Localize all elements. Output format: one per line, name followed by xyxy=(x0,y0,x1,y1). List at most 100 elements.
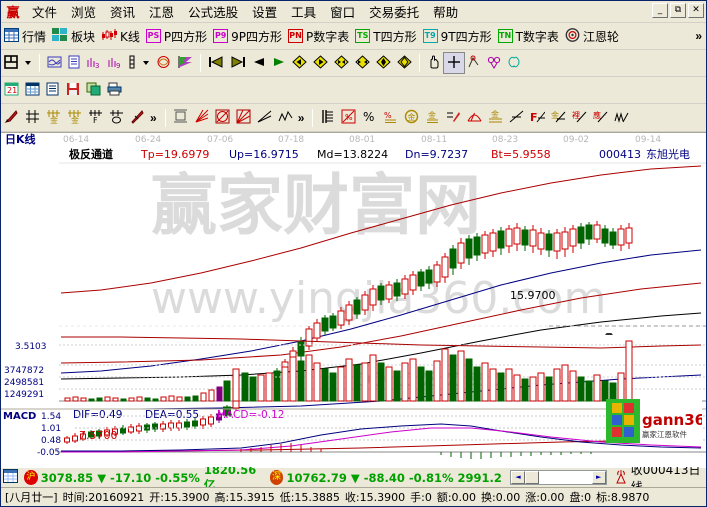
toolbar-button-blocks[interactable]: 板块 xyxy=(49,26,98,46)
toolbar-btn-first[interactable] xyxy=(205,53,227,73)
status-scrollbar[interactable]: ◄ ► xyxy=(509,470,607,485)
toolbar-btn-network[interactable] xyxy=(44,53,65,73)
toolbar-btn-gold-angle2[interactable]: 金 xyxy=(548,108,569,128)
toolbar-btn-ruler-dropdown[interactable] xyxy=(139,53,153,73)
toolbar-btn-pen-gold[interactable] xyxy=(443,108,464,128)
toolbar-button-9p-square[interactable]: P9 9P四方形 xyxy=(210,26,285,46)
toolbar-button-quotes[interactable]: 行情 xyxy=(1,26,49,46)
toolbar-btn-pen-red[interactable] xyxy=(1,108,22,128)
toolbar-btn-gold-fan1[interactable]: 金 xyxy=(43,108,64,128)
toolbar-btn-percent-red[interactable]: % xyxy=(338,108,359,128)
toolbar-label-t-number-table: T数字表 xyxy=(515,29,559,44)
toolbar-btn-diamond-cross[interactable] xyxy=(352,53,373,73)
toolbar-btn-m-line[interactable] xyxy=(611,108,632,128)
toolbar-btn-f-fan[interactable]: F xyxy=(85,108,106,128)
toolbar-btn-brain-tool[interactable] xyxy=(504,53,524,73)
toolbar-btn-percent[interactable]: % xyxy=(359,108,380,128)
toolbar-overflow-main[interactable]: » xyxy=(695,29,706,43)
shenzhen-index-icon[interactable]: 深 xyxy=(269,470,284,485)
toolbar-btn-calendar-day[interactable] xyxy=(1,53,21,73)
toolbar-btn-ladder[interactable] xyxy=(317,108,338,128)
toolbar-btn-arc-red[interactable] xyxy=(464,108,485,128)
toolbar-btn-save[interactable] xyxy=(63,80,83,100)
toolbar-btn-spiral[interactable] xyxy=(106,108,127,128)
toolbar-btn-grid-lines[interactable] xyxy=(22,108,43,128)
toolbar-btn-angle-line[interactable] xyxy=(254,108,275,128)
toolbar-btn-red-fan[interactable] xyxy=(191,108,212,128)
toolbar-btn-document[interactable] xyxy=(65,53,83,73)
toolbar-btn-calendar21[interactable]: 21 xyxy=(1,80,22,100)
market-grid-icon[interactable] xyxy=(3,469,18,486)
toolbar-btn-color-flag[interactable] xyxy=(174,53,196,73)
menu-item-trade[interactable]: 交易委托 xyxy=(362,0,426,23)
toolbar-btn-angle-gold[interactable] xyxy=(506,108,527,128)
toolbar-btn-copy[interactable] xyxy=(83,80,104,100)
menu-item-tools[interactable]: 工具 xyxy=(284,0,323,23)
toolbar-btn-gold-bar[interactable]: 金 xyxy=(422,108,443,128)
toolbar-btn-print[interactable] xyxy=(104,80,125,100)
toolbar-btn-square-fan[interactable] xyxy=(233,108,254,128)
toolbar-btn-prev[interactable] xyxy=(249,53,269,73)
toolbar-btn-crosshair[interactable] xyxy=(443,52,465,74)
toolbar-overflow-group1[interactable]: » xyxy=(150,111,161,125)
toolbar-btn-f-red[interactable]: F xyxy=(527,108,548,128)
toolbar-button-t-number-table[interactable]: TN T数字表 xyxy=(495,26,562,46)
menu-item-file[interactable]: 文件 xyxy=(25,0,64,23)
scroll-right-button[interactable]: ► xyxy=(591,471,606,484)
toolbar-btn-last[interactable] xyxy=(227,53,249,73)
toolbar-btn-circle-fan[interactable] xyxy=(212,108,233,128)
toolbar-button-p-square[interactable]: PS P四方形 xyxy=(143,26,210,46)
percent-red-icon: % xyxy=(341,109,356,126)
chart-area[interactable]: .axtxt { font-family:"DejaVu Sans", sans… xyxy=(1,132,706,467)
toolbar-btn-diamond-expand[interactable] xyxy=(394,53,415,73)
gann360-brand: gann360 xyxy=(642,411,702,429)
scroll-thumb[interactable] xyxy=(524,471,539,484)
toolbar-btn-box-frame[interactable] xyxy=(170,108,191,128)
toolbar-btn-gold-lines[interactable]: 金 xyxy=(485,108,506,128)
toolbar-btn-bar3[interactable]: 3 xyxy=(83,53,104,73)
svg-text:金: 金 xyxy=(428,110,436,120)
shanghai-index-icon[interactable]: 沪 xyxy=(24,470,38,485)
toolbar-btn-bar9[interactable]: 9 xyxy=(104,53,125,73)
toolbar-button-p-number-table[interactable]: PN P数字表 xyxy=(285,26,352,46)
menu-item-help[interactable]: 帮助 xyxy=(426,0,465,23)
menu-item-formula-stock[interactable]: 公式选股 xyxy=(181,0,245,23)
toolbar-btn-zigzag[interactable] xyxy=(275,108,296,128)
toolbar-button-t-square[interactable]: TS T四方形 xyxy=(352,26,419,46)
toolbar-btn-diamond-left[interactable] xyxy=(289,53,310,73)
menu-item-window[interactable]: 窗口 xyxy=(323,0,362,23)
toolbar-overflow-group2[interactable]: » xyxy=(298,111,309,125)
minimize-button[interactable]: _ xyxy=(652,3,668,18)
menu-item-browse[interactable]: 浏览 xyxy=(64,0,103,23)
toolbar-btn-diamond-move[interactable] xyxy=(373,53,394,73)
toolbar-btn-next[interactable] xyxy=(269,53,289,73)
toolbar-btn-gold-fan2[interactable]: 金 xyxy=(64,108,85,128)
toolbar-btn-period-dropdown[interactable] xyxy=(21,53,35,73)
lower-panes-canvas[interactable]: MACD 1.54 1.01 0.48 -0.05 DIF=0.49 DEA=0… xyxy=(1,333,706,467)
toolbar-btn-gold-circle[interactable]: 金 xyxy=(401,108,422,128)
toolbar-btn-red-arc[interactable]: 應 xyxy=(590,108,611,128)
toolbar-btn-ruler[interactable] xyxy=(125,53,139,73)
toolbar-btn-angle-tool[interactable] xyxy=(464,53,484,73)
toolbar-btn-percent-gold[interactable]: % xyxy=(380,108,401,128)
toolbar-btn-red-box[interactable]: 裡 xyxy=(569,108,590,128)
toolbar-btn-diamond-right[interactable] xyxy=(310,53,331,73)
menu-item-gann[interactable]: 江恩 xyxy=(142,0,181,23)
menu-item-settings[interactable]: 设置 xyxy=(245,0,284,23)
toolbar-btn-diamond-mid[interactable] xyxy=(331,53,352,73)
toolbar-btn-table[interactable] xyxy=(22,80,43,100)
toolbar-button-gann-wheel[interactable]: 江恩轮 xyxy=(562,26,622,46)
toolbar-btn-hand[interactable] xyxy=(424,53,444,73)
svg-text:F: F xyxy=(93,116,98,124)
toolbar-btn-report[interactable] xyxy=(43,80,63,100)
menu-item-news[interactable]: 资讯 xyxy=(103,0,142,23)
t9-icon: T9 xyxy=(422,29,438,43)
maximize-button[interactable]: ⧉ xyxy=(670,3,686,18)
toolbar-btn-cycle[interactable] xyxy=(153,53,174,73)
toolbar-button-kline[interactable]: K线 xyxy=(98,26,143,46)
toolbar-btn-pen-tick[interactable] xyxy=(127,108,148,128)
scroll-left-button[interactable]: ◄ xyxy=(510,471,525,484)
toolbar-button-9t-square[interactable]: T9 9T四方形 xyxy=(420,26,495,46)
close-button[interactable]: ✕ xyxy=(688,3,704,18)
toolbar-btn-flower-tool[interactable] xyxy=(484,53,504,73)
